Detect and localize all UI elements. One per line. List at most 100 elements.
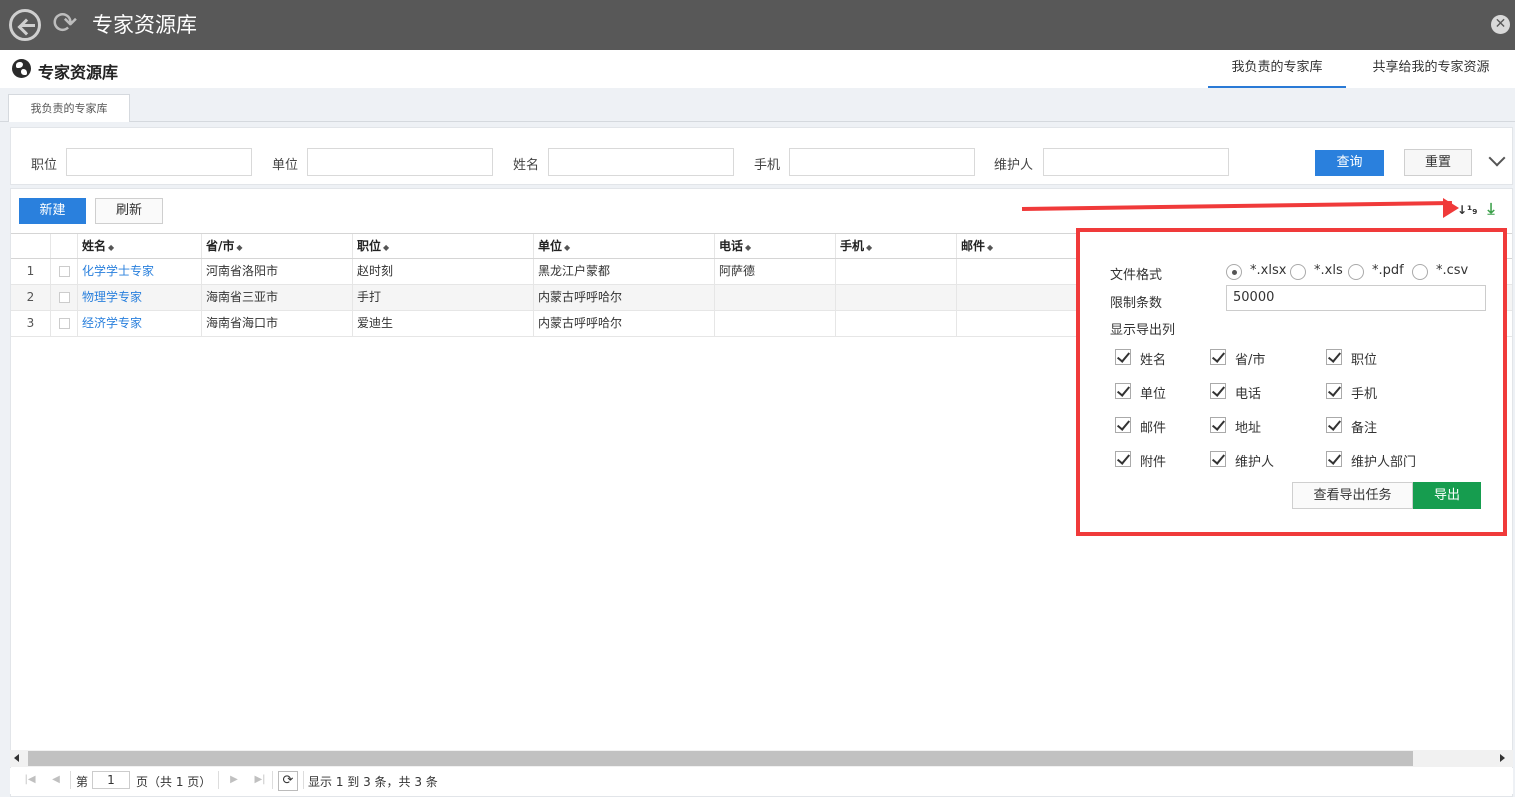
file-format-label: 文件格式 (1110, 268, 1163, 283)
row-city: 海南省海口市 (202, 311, 353, 336)
tab-shared-experts[interactable]: 共享给我的专家资源 (1354, 50, 1508, 88)
header-mobile[interactable]: 手机 ◆ (836, 234, 957, 258)
row-position: 爱迪生 (353, 311, 534, 336)
globe-icon (12, 59, 31, 78)
row-checkbox[interactable] (59, 266, 70, 277)
filter-input-unit[interactable] (307, 148, 493, 176)
sort-icon[interactable]: ↓¹₉ (1457, 200, 1478, 220)
radio-csv[interactable] (1412, 264, 1428, 280)
pager-divider (70, 771, 71, 789)
checkbox-col-mobile[interactable] (1326, 383, 1342, 399)
query-button[interactable]: 查询 (1315, 150, 1384, 176)
filter-input-mobile[interactable] (789, 148, 975, 176)
next-page-icon[interactable]: ▶ (226, 772, 242, 788)
row-unit: 内蒙古呼呼哈尔 (534, 285, 715, 310)
header-position[interactable]: 职位 ◆ (353, 234, 534, 258)
row-index: 1 (11, 259, 51, 284)
first-page-icon[interactable]: |◀ (22, 772, 38, 788)
checkbox-col-maintainer-label: 维护人 (1235, 455, 1275, 470)
header-unit[interactable]: 单位 ◆ (534, 234, 715, 258)
checkbox-col-address[interactable] (1210, 417, 1226, 433)
checkbox-col-phone-label: 电话 (1235, 387, 1262, 402)
row-email (957, 259, 1077, 284)
prev-page-icon[interactable]: ◀ (48, 772, 64, 788)
refresh-button[interactable]: 刷新 (95, 198, 163, 224)
scroll-right-icon[interactable] (1500, 754, 1505, 762)
checkbox-col-unit[interactable] (1115, 383, 1131, 399)
checkbox-col-address-label: 地址 (1235, 421, 1262, 436)
page-title: 专家资源库 (38, 63, 119, 82)
header-email[interactable]: 邮件 ◆ (957, 234, 1077, 258)
row-checkbox-cell (51, 285, 78, 310)
header-checkbox (51, 234, 78, 258)
pager-divider (272, 771, 273, 789)
close-icon[interactable]: ✕ (1491, 15, 1510, 34)
page-suffix: 页（共 1 页） (136, 775, 212, 789)
pagination: |◀ ◀ 第 1 页（共 1 页） ▶ ▶| ⟳ 显示 1 到 3 条，共 3 … (10, 768, 1513, 794)
page-input[interactable]: 1 (92, 771, 130, 789)
checkbox-col-maintainer[interactable] (1210, 451, 1226, 467)
filter-input-position[interactable] (66, 148, 252, 176)
row-name-link[interactable]: 物理学专家 (78, 285, 202, 310)
limit-input[interactable]: 50000 (1226, 285, 1486, 311)
row-mobile (836, 259, 957, 284)
row-unit: 内蒙古呼呼哈尔 (534, 311, 715, 336)
checkbox-col-position[interactable] (1326, 349, 1342, 365)
radio-xlsx[interactable] (1226, 264, 1242, 280)
radio-xlsx-label: *.xlsx (1250, 263, 1287, 278)
export-popup: 文件格式 *.xlsx *.xls *.pdf *.csv 限制条数 50000… (1076, 228, 1507, 536)
header-index (11, 234, 51, 258)
radio-xls[interactable] (1290, 264, 1306, 280)
row-name-link[interactable]: 化学学士专家 (78, 259, 202, 284)
checkbox-col-city[interactable] (1210, 349, 1226, 365)
checkbox-col-remark[interactable] (1326, 417, 1342, 433)
row-email (957, 285, 1077, 310)
row-index: 2 (11, 285, 51, 310)
page-prefix: 第 (76, 775, 89, 789)
checkbox-col-name[interactable] (1115, 349, 1131, 365)
filter-label-maintainer: 维护人 (994, 158, 1034, 173)
subtab-bar: 我负责的专家库 (0, 88, 1515, 123)
sort-icon: ◆ (866, 243, 873, 252)
new-button[interactable]: 新建 (19, 198, 86, 224)
row-name-link[interactable]: 经济学专家 (78, 311, 202, 336)
checkbox-col-name-label: 姓名 (1140, 353, 1167, 368)
row-phone: 阿萨德 (715, 259, 836, 284)
scroll-left-icon[interactable] (14, 754, 19, 762)
checkbox-col-attachment[interactable] (1115, 451, 1131, 467)
scroll-thumb[interactable] (28, 751, 1413, 766)
subtab-my-experts[interactable]: 我负责的专家库 (8, 94, 130, 123)
checkbox-col-email[interactable] (1115, 417, 1131, 433)
checkbox-col-maintainer-dept-label: 维护人部门 (1351, 455, 1417, 470)
row-checkbox[interactable] (59, 292, 70, 303)
checkbox-col-maintainer-dept[interactable] (1326, 451, 1342, 467)
chevron-down-icon[interactable] (1488, 149, 1506, 167)
sort-icon: ◆ (236, 243, 243, 252)
reset-button[interactable]: 重置 (1404, 149, 1472, 176)
checkbox-col-city-label: 省/市 (1235, 353, 1266, 368)
tab-my-experts[interactable]: 我负责的专家库 (1208, 50, 1346, 88)
radio-pdf-label: *.pdf (1372, 263, 1404, 278)
header-city[interactable]: 省/市 ◆ (202, 234, 353, 258)
horizontal-scrollbar[interactable] (10, 750, 1513, 767)
view-export-tasks-button[interactable]: 查看导出任务 (1292, 482, 1413, 509)
row-position: 手打 (353, 285, 534, 310)
filter-input-maintainer[interactable] (1043, 148, 1229, 176)
filter-label-mobile: 手机 (754, 158, 781, 173)
reload-icon[interactable]: ⟳ (278, 771, 298, 791)
row-index: 3 (11, 311, 51, 336)
last-page-icon[interactable]: ▶| (252, 772, 268, 788)
download-icon[interactable]: ⤓ (1482, 200, 1500, 218)
export-button[interactable]: 导出 (1413, 482, 1481, 509)
header-phone[interactable]: 电话 ◆ (715, 234, 836, 258)
radio-pdf[interactable] (1348, 264, 1364, 280)
checkbox-col-position-label: 职位 (1351, 353, 1378, 368)
sort-icon: ◆ (745, 243, 752, 252)
back-icon[interactable] (9, 9, 41, 41)
filter-input-name[interactable] (548, 148, 734, 176)
row-checkbox[interactable] (59, 318, 70, 329)
checkbox-col-phone[interactable] (1210, 383, 1226, 399)
refresh-icon[interactable]: ⟳ (49, 9, 81, 41)
header-name[interactable]: 姓名 ◆ (78, 234, 202, 258)
sort-icon: ◆ (987, 243, 994, 252)
